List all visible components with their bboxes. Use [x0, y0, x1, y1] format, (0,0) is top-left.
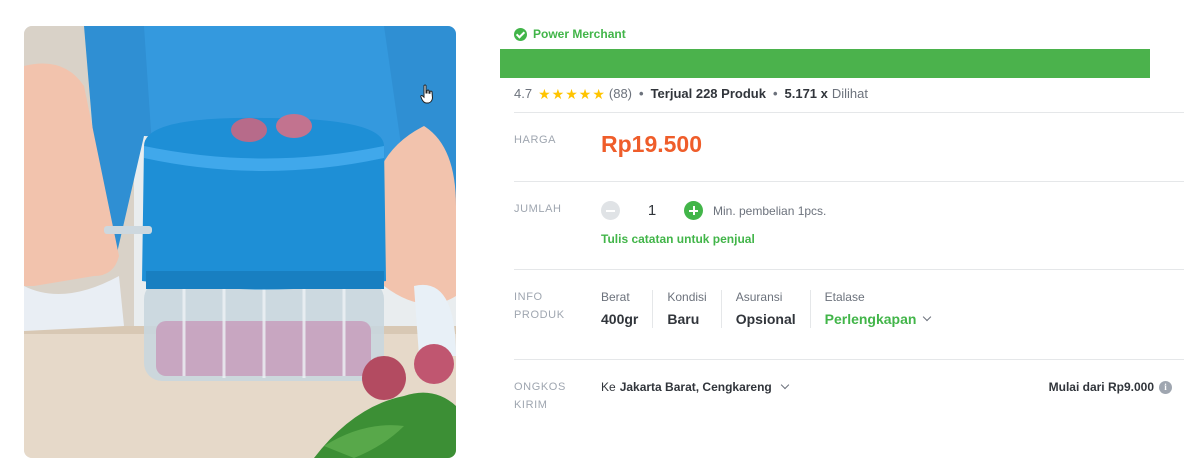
product-image[interactable] — [24, 26, 456, 458]
rating-value: 4.7 — [514, 86, 533, 101]
spec-value: Opsional — [735, 311, 796, 327]
chevron-down-icon — [923, 312, 932, 322]
spec-value: Perlengkapan — [824, 311, 917, 327]
minus-circle-icon[interactable] — [601, 201, 620, 220]
badge-label: Power Merchant — [533, 27, 626, 41]
quantity-input[interactable]: 1 — [620, 202, 684, 219]
divider — [514, 112, 1184, 113]
review-count[interactable]: (88) — [609, 86, 632, 101]
write-note-link[interactable]: Tulis catatan untuk penjual — [601, 232, 755, 246]
views-suffix: Dilihat — [831, 86, 868, 101]
shipping-price-text: Mulai dari Rp9.000 — [1048, 380, 1154, 394]
hand-cursor-icon — [420, 84, 434, 104]
star-icon: ★ — [592, 85, 605, 102]
spec-value: 400gr — [601, 311, 639, 327]
spec-label: Asuransi — [735, 290, 783, 304]
shipping-city: Jakarta Barat, Cengkareng — [619, 380, 772, 394]
spec-weight: Berat 400gr — [601, 290, 652, 328]
spec-value: Baru — [667, 311, 700, 327]
shipping-label: ONGKOS KIRIM — [514, 378, 574, 414]
spec-condition: Kondisi Baru — [652, 290, 720, 328]
shipping-label-line2: KIRIM — [514, 399, 548, 411]
star-icon: ★ — [551, 85, 565, 102]
check-badge-icon — [514, 27, 527, 41]
star-rating: ★ ★ ★ ★ ★ — [538, 87, 606, 101]
product-price: Rp19.500 — [601, 131, 703, 157]
rating-row: 4.7 ★ ★ ★ ★ ★ (88) • Terjual 228 Produk … — [514, 86, 868, 101]
power-merchant-badge: Power Merchant — [514, 27, 626, 41]
star-icon: ★ — [565, 85, 578, 102]
spec-label: Berat — [601, 290, 630, 304]
divider — [514, 181, 1184, 182]
product-info-panel: Power Merchant 4.7 ★ ★ ★ ★ ★ (88) • Terj… — [500, 0, 1186, 467]
shipping-destination-dropdown[interactable]: Ke Jakarta Barat, Cengkareng — [601, 380, 790, 394]
info-icon[interactable]: i — [1159, 380, 1172, 394]
shipping-label-line1: ONGKOS — [514, 381, 566, 393]
sold-count: Terjual 228 Produk — [650, 86, 766, 101]
product-info-label-line2: PRODUK — [514, 309, 565, 321]
spec-showcase[interactable]: Etalase Perlengkapan — [809, 290, 945, 328]
divider — [514, 269, 1184, 270]
quantity-stepper: 1 Min. pembelian 1pcs. — [601, 201, 826, 220]
spec-label: Etalase — [824, 290, 865, 304]
spec-label: Kondisi — [667, 290, 707, 304]
product-specs: Berat 400gr Kondisi Baru Asuransi Opsion… — [601, 290, 944, 328]
shipping-prefix: Ke — [601, 380, 616, 394]
star-icon: ★ — [538, 85, 551, 102]
min-purchase-note: Min. pembelian 1pcs. — [713, 203, 827, 218]
views-count: 5.171 x — [784, 86, 828, 101]
separator-dot: • — [772, 86, 778, 101]
product-info-label-line1: INFO — [514, 291, 543, 303]
chevron-down-icon — [780, 380, 790, 390]
product-info-label: INFO PRODUK — [514, 288, 574, 324]
plus-circle-icon[interactable] — [684, 201, 703, 220]
spec-insurance: Asuransi Opsional — [720, 290, 810, 328]
product-title-bar — [500, 49, 1150, 78]
quantity-label: JUMLAH — [514, 203, 562, 215]
shipping-price: Mulai dari Rp9.000 i — [1049, 380, 1172, 394]
showcase-dropdown[interactable]: Perlengkapan — [824, 311, 932, 327]
star-icon: ★ — [578, 85, 592, 102]
price-label: HARGA — [514, 134, 557, 146]
divider — [514, 359, 1184, 360]
separator-dot: • — [639, 86, 644, 101]
